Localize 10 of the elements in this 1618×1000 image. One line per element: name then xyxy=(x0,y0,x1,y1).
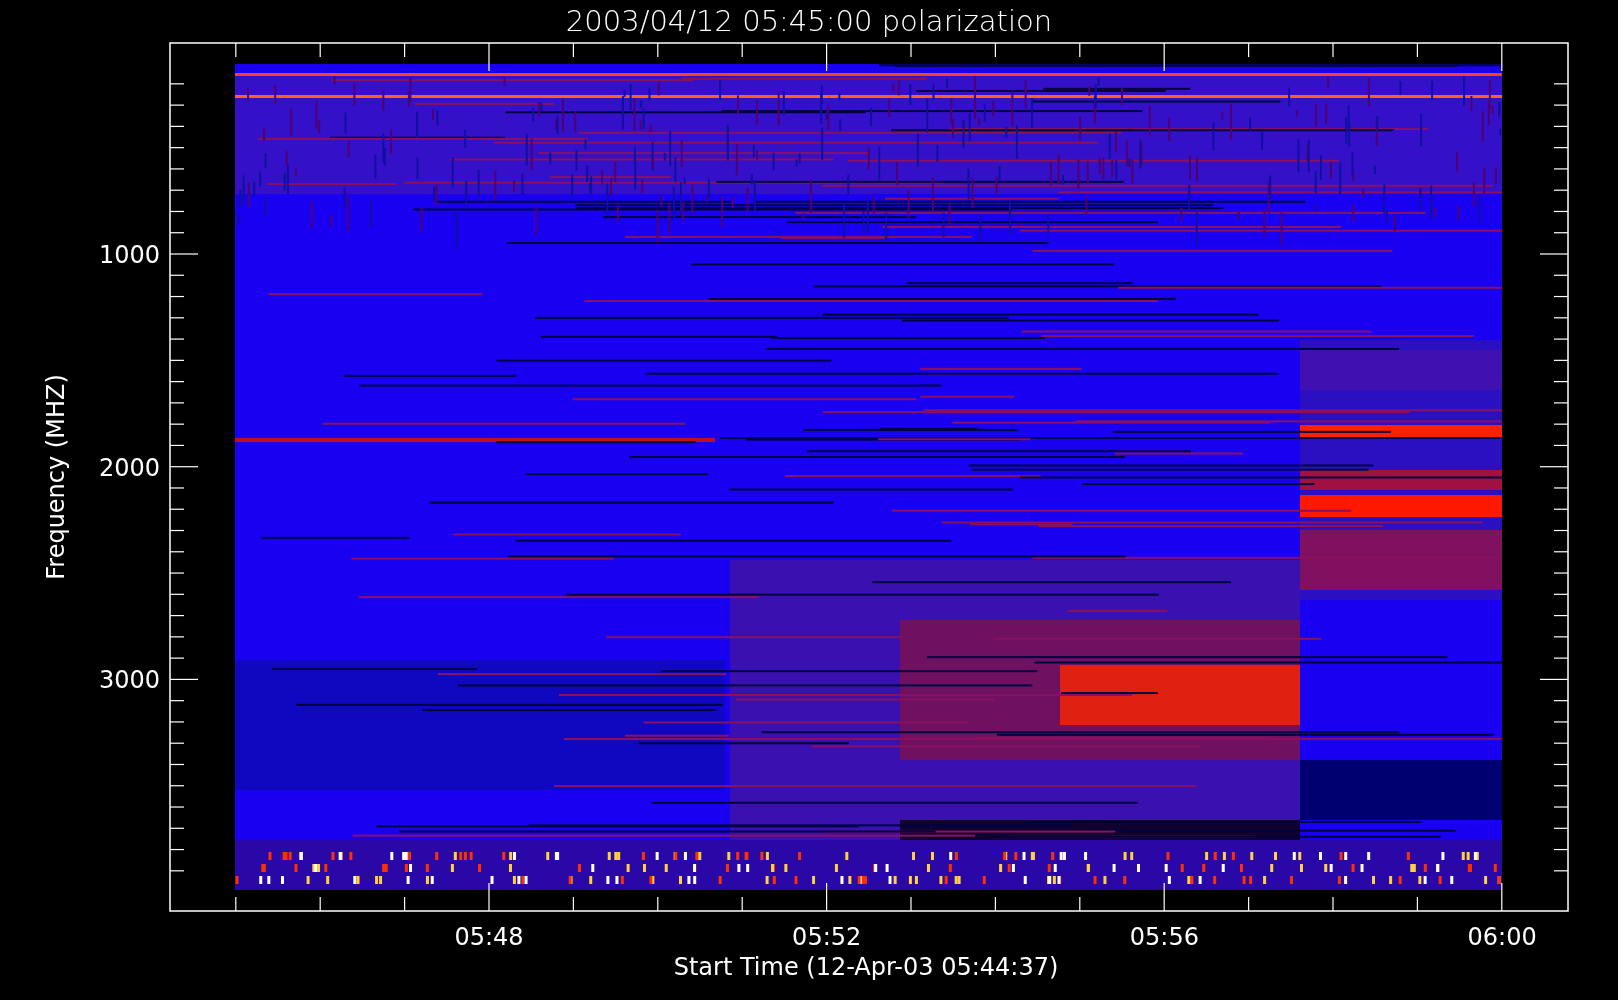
x-tick-label: 05:52 xyxy=(792,923,862,951)
y-axis-label: Frequency (MHZ) xyxy=(42,374,70,580)
x-tick-label: 06:00 xyxy=(1467,923,1537,951)
x-axis-label: Start Time (12-Apr-03 05:44:37) xyxy=(673,953,1059,981)
y-tick-label: 2000 xyxy=(98,453,160,482)
x-tick-label: 05:56 xyxy=(1129,923,1199,951)
x-tick-label: 05:48 xyxy=(454,923,524,951)
chart-title: 2003/04/12 05:45:00 polarization xyxy=(565,4,1053,38)
y-tick-label: 3000 xyxy=(98,666,160,695)
y-tick-label: 1000 xyxy=(98,241,160,269)
